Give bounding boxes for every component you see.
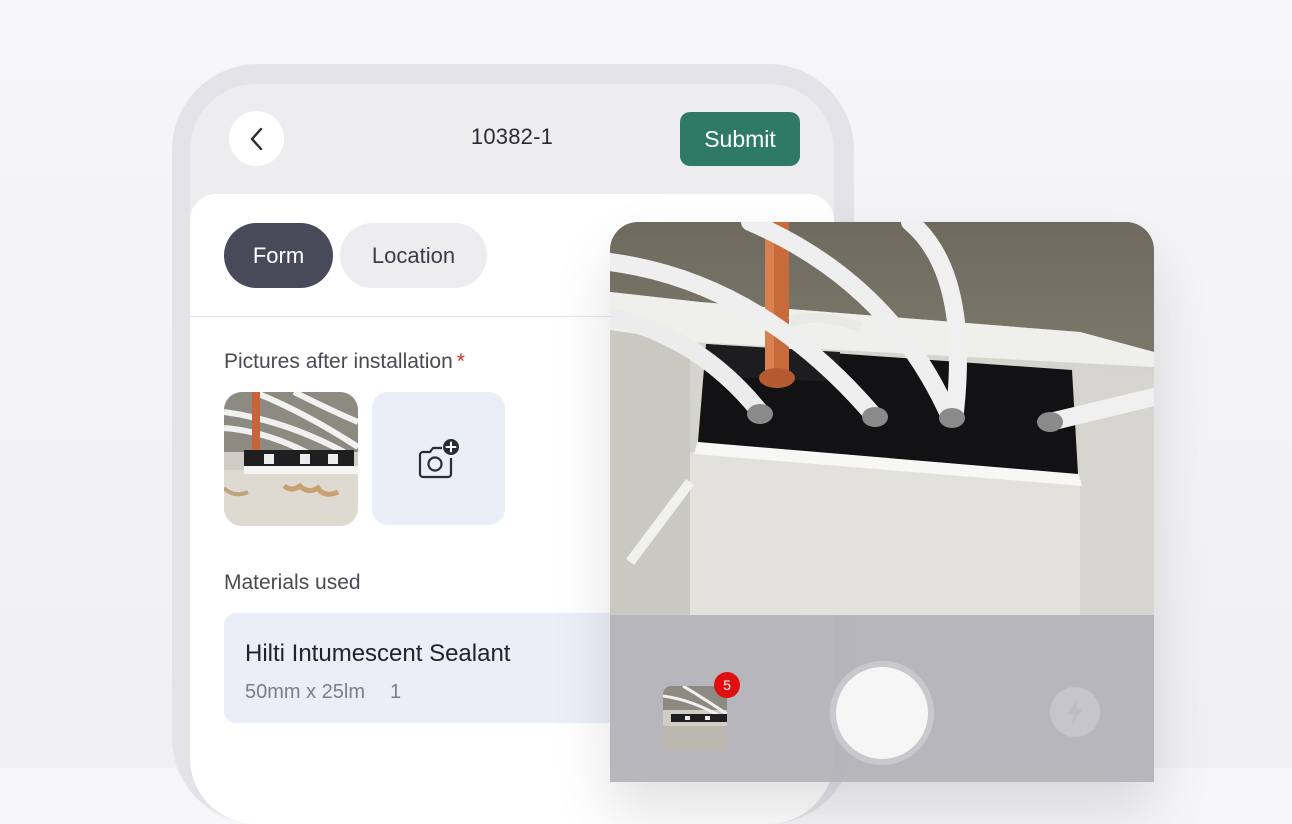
material-name: Hilti Intumescent Sealant [245, 640, 511, 667]
captured-photo [663, 686, 727, 750]
shutter-inner [836, 667, 928, 759]
camera-plus-icon [418, 438, 459, 478]
required-marker: * [456, 350, 465, 373]
material-size: 50mm x 25lm [245, 681, 366, 703]
photo-thumbnail[interactable] [224, 392, 358, 526]
add-photo-button[interactable] [372, 392, 505, 525]
camera-controls: 5 [610, 615, 1154, 782]
photo-count-badge: 5 [714, 672, 740, 698]
top-bar: 10382-1 Submit [190, 84, 834, 194]
installation-photo [224, 392, 358, 526]
material-quantity: 1 [390, 681, 402, 703]
shutter-button[interactable] [830, 661, 934, 765]
tab-location[interactable]: Location [340, 223, 487, 288]
flash-button[interactable] [1050, 687, 1100, 737]
tab-form[interactable]: Form [224, 223, 333, 288]
last-photo-thumbnail[interactable] [663, 686, 727, 750]
back-button[interactable] [229, 111, 284, 166]
submit-button[interactable]: Submit [680, 112, 800, 166]
chevron-left-icon [250, 127, 262, 150]
camera-overlay: 5 [610, 222, 1154, 782]
page-title: 10382-1 [470, 124, 554, 149]
pictures-label-text: Pictures after installation [224, 350, 453, 373]
camera-viewfinder [610, 222, 1154, 615]
materials-label: Materials used [224, 571, 361, 594]
lightning-bolt-icon [1067, 700, 1083, 724]
pictures-label: Pictures after installation * [224, 350, 465, 374]
